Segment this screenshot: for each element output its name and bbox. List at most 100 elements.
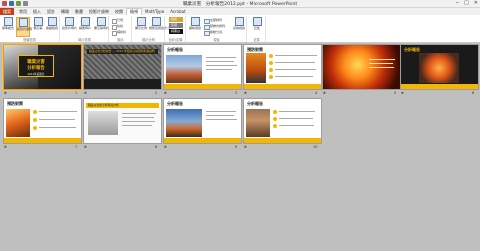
slide-thumbnail[interactable]: 職業災害統計資料與分析 <box>84 99 161 143</box>
guides-checkbox[interactable]: 輔助線 <box>112 30 126 36</box>
new-window-button[interactable]: 開新視窗 <box>188 17 202 37</box>
normal-view-icon <box>3 17 13 26</box>
bullet-icon <box>269 68 273 72</box>
handout-master-icon <box>80 17 90 26</box>
transition-star-icon[interactable]: ✱ <box>4 91 7 95</box>
slide-image <box>88 111 118 135</box>
transition-star-icon[interactable]: ✱ <box>84 91 87 95</box>
close-button[interactable]: ✕ <box>474 1 478 6</box>
bullet-icon <box>33 126 37 130</box>
text-line <box>369 59 395 60</box>
gridlines-checkbox[interactable]: 格線 <box>112 24 123 30</box>
slide-footer-bar <box>164 138 241 143</box>
tab-acrobat[interactable]: Acrobat <box>167 8 188 15</box>
slide-number: 3 <box>235 91 238 95</box>
bullet-icon <box>33 118 37 122</box>
window-controls: ─ □ ✕ <box>456 1 478 6</box>
slide-number: 2 <box>155 91 158 95</box>
bullet-icon <box>269 61 273 65</box>
transition-star-icon[interactable]: ✱ <box>164 145 167 149</box>
text-line <box>39 111 77 112</box>
text-line <box>275 76 313 77</box>
black-white-button[interactable]: 純黑白 <box>169 29 183 34</box>
tab-view[interactable]: 檢視 <box>126 8 142 15</box>
text-line <box>279 111 315 112</box>
maximize-button[interactable]: □ <box>464 1 469 6</box>
tab-animations[interactable]: 動畫 <box>72 8 86 15</box>
slide-title: 預防對策 <box>7 101 23 106</box>
slide-number: 1 <box>75 91 78 95</box>
transition-star-icon[interactable]: ✱ <box>401 91 404 95</box>
group-label: 簡報檢視 <box>23 38 36 42</box>
slide-thumbnail[interactable]: 分析報告 <box>244 99 321 143</box>
slide-number: 10 <box>313 145 318 149</box>
arrange-all-button[interactable]: 全部排列 <box>204 18 222 24</box>
group-label: 母片檢視 <box>78 38 91 42</box>
quick-access-toolbar <box>2 1 28 6</box>
slide-title: 分析報告 <box>167 47 183 52</box>
notes-master-button[interactable]: 備忘稿母片 <box>94 17 109 37</box>
tab-file[interactable]: 檔案 <box>0 8 14 15</box>
slide-thumbnail[interactable]: 分析報告 <box>164 45 241 89</box>
bullet-icon <box>269 75 273 79</box>
macros-button[interactable]: 巨集 <box>250 17 264 37</box>
transition-star-icon[interactable]: ✱ <box>323 91 326 95</box>
cascade-button[interactable]: 階梯式排列 <box>204 24 225 30</box>
slide-title-box: 職業災害 分析報告 2012年度報告 <box>18 55 54 77</box>
tab-insert[interactable]: 插入 <box>30 8 44 15</box>
normal-view-button[interactable]: 標準模式 <box>1 17 15 37</box>
group-color-grayscale: 色彩 灰階 純黑白 色彩/灰階 <box>166 16 186 42</box>
transition-star-icon[interactable]: ✱ <box>84 145 87 149</box>
redo-icon[interactable] <box>23 1 28 6</box>
bullet-icon <box>273 117 277 121</box>
reading-view-button[interactable]: 閱讀檢視 <box>45 17 59 37</box>
ruler-checkbox[interactable]: 尺規 <box>112 18 123 24</box>
handout-master-button[interactable]: 講義母片 <box>78 17 92 37</box>
zoom-button[interactable]: 顯示比例 <box>134 17 148 37</box>
tab-review[interactable]: 校閱 <box>112 8 126 15</box>
notes-page-button[interactable]: 備忘稿 <box>31 17 45 37</box>
window-title: 職業災害 分析報告2012.ppt - Microsoft PowerPoint <box>182 2 298 7</box>
save-icon[interactable] <box>9 1 14 6</box>
zoom-icon <box>136 17 146 26</box>
slide-dark-band <box>84 79 161 89</box>
slide-title-line: 分析報告 <box>27 66 45 71</box>
undo-icon[interactable] <box>16 1 21 6</box>
tab-slideshow[interactable]: 投影片放映 <box>86 8 112 15</box>
slide-thumbnail[interactable]: 預防對策 <box>244 45 321 89</box>
color-button[interactable]: 色彩 <box>169 17 183 22</box>
text-line <box>275 62 315 63</box>
slide-thumbnail[interactable] <box>323 45 400 89</box>
slide-image <box>166 109 202 137</box>
transition-star-icon[interactable]: ✱ <box>164 91 167 95</box>
fit-window-button[interactable]: 調整至視窗大小 <box>149 17 170 37</box>
grayscale-button[interactable]: 灰階 <box>169 23 183 28</box>
new-window-icon <box>190 17 200 26</box>
tab-design[interactable]: 設計 <box>44 8 58 15</box>
tab-transitions[interactable]: 轉場 <box>58 8 72 15</box>
slide-master-button[interactable]: 投影片母片 <box>62 17 77 37</box>
bullet-icon <box>269 54 273 58</box>
slide-thumbnail[interactable]: 職業災害分析報告 — 2012 年度統計與預防對策說明 <box>84 45 161 89</box>
transition-star-icon[interactable]: ✱ <box>244 91 247 95</box>
tab-mathtype[interactable]: MathType <box>142 8 167 15</box>
slide-thumbnail[interactable]: 分析報告 <box>164 99 241 143</box>
slide-thumbnail[interactable]: 分析報告 <box>401 45 478 89</box>
slide-title: 分析報告 <box>167 101 183 106</box>
slide-thumbnail[interactable]: 預防對策 <box>4 99 81 143</box>
powerpoint-app-icon[interactable] <box>2 1 7 6</box>
text-line <box>206 61 234 62</box>
switch-windows-icon <box>234 17 244 26</box>
transition-star-icon[interactable]: ✱ <box>244 145 247 149</box>
move-split-button[interactable]: 移動分割 <box>204 30 222 36</box>
slide-image <box>246 109 270 137</box>
slide-sorter-button[interactable]: 投影片瀏覽 <box>16 17 32 37</box>
slide-subtitle: 2012年度報告 <box>27 73 45 76</box>
switch-windows-button[interactable]: 切換視窗 <box>232 17 246 37</box>
transition-star-icon[interactable]: ✱ <box>4 145 7 149</box>
slide-thumbnail[interactable]: 職業災害 分析報告 2012年度報告 <box>4 45 81 89</box>
text-line <box>206 119 237 120</box>
tab-home[interactable]: 常用 <box>16 8 30 15</box>
slide-number: 7 <box>75 145 78 149</box>
minimize-button[interactable]: ─ <box>456 1 459 6</box>
